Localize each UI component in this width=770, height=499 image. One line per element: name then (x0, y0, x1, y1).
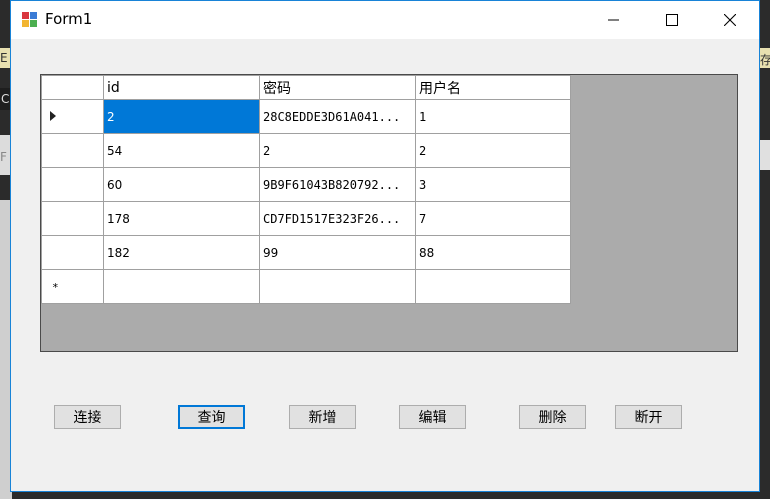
title-bar[interactable]: Form1 (11, 1, 759, 39)
minimize-button[interactable] (585, 1, 643, 39)
new-row-marker: * (52, 280, 59, 294)
query-button[interactable]: 查询 (178, 405, 245, 429)
column-header-id[interactable]: id (103, 75, 260, 100)
cell-username[interactable]: 1 (415, 99, 571, 134)
maximize-icon (666, 14, 678, 26)
row-header[interactable] (41, 201, 104, 236)
edit-button[interactable]: 编辑 (399, 405, 466, 429)
minimize-icon (608, 19, 619, 21)
connect-button[interactable]: 连接 (54, 405, 121, 429)
row-header[interactable] (41, 99, 104, 134)
cell-id[interactable]: 178 (103, 201, 260, 236)
delete-button[interactable]: 删除 (519, 405, 586, 429)
close-button[interactable] (701, 1, 759, 39)
background-text: C (1, 92, 10, 106)
cell-password-new[interactable] (259, 269, 416, 304)
close-icon (724, 14, 736, 26)
maximize-button[interactable] (643, 1, 701, 39)
column-header-password[interactable]: 密码 (259, 75, 416, 100)
current-row-arrow-icon (50, 110, 56, 121)
row-header[interactable] (41, 133, 104, 168)
data-grid-table: id 密码 用户名 2 28C8EDDE3D61A041... 1 54 2 2… (41, 75, 571, 304)
cell-id[interactable]: 54 (103, 133, 260, 168)
cell-username-new[interactable] (415, 269, 571, 304)
table-row[interactable]: 182 99 88 (41, 235, 571, 270)
window-title: Form1 (45, 10, 93, 28)
table-row[interactable]: 178 CD7FD1517E323F26... 7 (41, 201, 571, 236)
cell-password[interactable]: 2 (259, 133, 416, 168)
background-text: F (0, 150, 7, 164)
cell-password[interactable]: CD7FD1517E323F26... (259, 201, 416, 236)
row-header[interactable]: * (41, 269, 104, 304)
cell-username[interactable]: 7 (415, 201, 571, 236)
cell-id-new[interactable] (103, 269, 260, 304)
background-text: 存 (760, 53, 770, 67)
grid-corner-header[interactable] (41, 75, 104, 100)
cell-username[interactable]: 3 (415, 167, 571, 202)
cell-id[interactable]: 60 (103, 167, 260, 202)
cell-password[interactable]: 9B9F61043B820792... (259, 167, 416, 202)
cell-username[interactable]: 88 (415, 235, 571, 270)
table-row[interactable]: 60 9B9F61043B820792... 3 (41, 167, 571, 202)
table-row[interactable]: 2 28C8EDDE3D61A041... 1 (41, 99, 571, 134)
cell-id[interactable]: 182 (103, 235, 260, 270)
add-button[interactable]: 新增 (289, 405, 356, 429)
table-row[interactable]: 54 2 2 (41, 133, 571, 168)
data-grid-view[interactable]: id 密码 用户名 2 28C8EDDE3D61A041... 1 54 2 2… (40, 74, 738, 352)
header-row: id 密码 用户名 (41, 75, 571, 100)
cell-password[interactable]: 28C8EDDE3D61A041... (259, 99, 416, 134)
cell-id[interactable]: 2 (103, 99, 260, 134)
row-header[interactable] (41, 167, 104, 202)
cell-password[interactable]: 99 (259, 235, 416, 270)
new-row[interactable]: * (41, 269, 571, 304)
app-icon (22, 12, 38, 28)
disconnect-button[interactable]: 断开 (615, 405, 682, 429)
cell-username[interactable]: 2 (415, 133, 571, 168)
column-header-username[interactable]: 用户名 (415, 75, 571, 100)
form-window: Form1 id 密码 用户名 2 28C8EDDE3D61A041... 1 (10, 0, 760, 492)
row-header[interactable] (41, 235, 104, 270)
